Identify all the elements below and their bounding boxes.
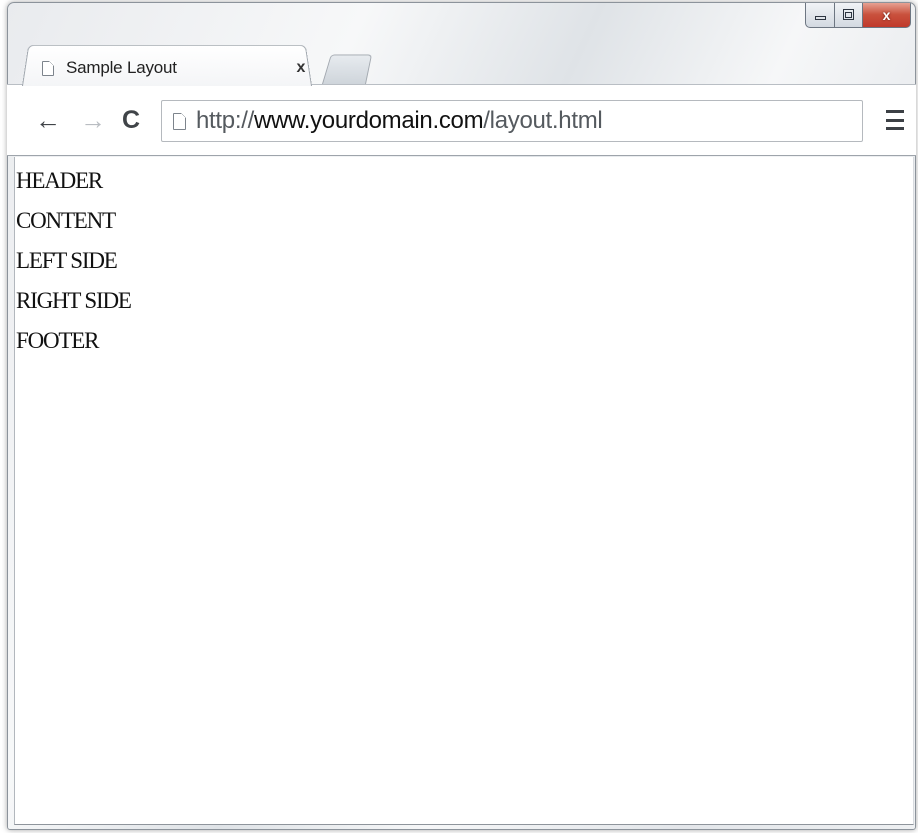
minimize-icon bbox=[814, 15, 826, 20]
tab-title: Sample Layout bbox=[66, 58, 177, 77]
maximize-button[interactable] bbox=[835, 3, 863, 28]
tab-content: Sample Layout x bbox=[42, 53, 312, 83]
reload-button[interactable]: C bbox=[122, 107, 140, 133]
close-icon: x bbox=[882, 6, 891, 23]
page-icon bbox=[173, 112, 186, 130]
page-text-header: HEADER bbox=[16, 168, 103, 193]
page-text-content: CONTENT bbox=[16, 208, 116, 233]
tab-close-button[interactable]: x bbox=[290, 59, 312, 77]
new-tab-button[interactable] bbox=[322, 54, 373, 84]
page-text-right-side: RIGHT SIDE bbox=[16, 288, 132, 313]
url-text[interactable]: http://www.yourdomain.com/layout.html bbox=[196, 107, 603, 135]
url-domain: www.yourdomain.com bbox=[253, 107, 484, 134]
forward-button[interactable]: → bbox=[80, 107, 106, 133]
close-window-button[interactable]: x bbox=[863, 3, 911, 28]
back-button[interactable]: ← bbox=[35, 107, 61, 133]
maximize-icon bbox=[843, 9, 854, 20]
page-viewport: HEADER CONTENT LEFT SIDE RIGHT SIDE FOOT… bbox=[14, 157, 914, 825]
minimize-button[interactable] bbox=[805, 3, 835, 28]
hamburger-menu-icon[interactable] bbox=[886, 110, 904, 130]
url-scheme: http:// bbox=[196, 107, 254, 134]
page-icon bbox=[42, 60, 54, 76]
address-bar[interactable]: http://www.yourdomain.com/layout.html bbox=[161, 100, 863, 142]
page-text-left-side: LEFT SIDE bbox=[16, 248, 118, 273]
window-controls: x bbox=[805, 3, 911, 29]
browser-toolbar: ← → C http://www.yourdomain.com/layout.h… bbox=[7, 84, 916, 156]
page-content: HEADER CONTENT LEFT SIDE RIGHT SIDE FOOT… bbox=[15, 157, 913, 361]
url-path: /layout.html bbox=[483, 107, 603, 134]
page-text-footer: FOOTER bbox=[16, 328, 99, 353]
